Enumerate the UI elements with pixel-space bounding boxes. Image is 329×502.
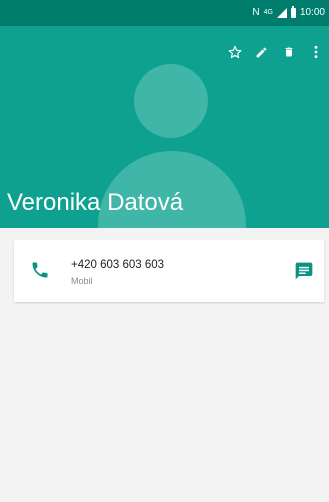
battery-icon — [290, 6, 296, 18]
edit-pencil-icon — [256, 47, 267, 57]
delete-button[interactable] — [275, 40, 302, 64]
message-icon[interactable] — [294, 261, 314, 281]
contact-detail-screen: N 4G 10:00 Veronika Datová +420 603 603 … — [0, 0, 329, 502]
phone-card[interactable]: +420 603 603 603 Mobil — [14, 240, 324, 302]
delete-trash-icon — [285, 47, 292, 57]
signal-strength-icon — [276, 8, 287, 18]
phone-icon[interactable] — [30, 260, 50, 280]
avatar-placeholder-head — [134, 64, 208, 138]
star-outline-icon — [228, 45, 241, 59]
contact-header: Veronika Datová — [0, 26, 329, 228]
phone-number: +420 603 603 603 — [71, 259, 165, 271]
status-time: 10:00 — [299, 7, 325, 18]
contact-name: Veronika Datová — [7, 189, 184, 216]
status-icons: N 4G 10:00 — [252, 6, 325, 20]
favorite-button[interactable] — [221, 40, 248, 64]
status-bar: N 4G 10:00 — [0, 0, 329, 26]
edit-button[interactable] — [248, 40, 275, 64]
action-bar — [221, 40, 329, 64]
more-options-button[interactable] — [302, 40, 329, 64]
network-letter: N — [252, 7, 260, 18]
overflow-menu-icon — [314, 45, 317, 59]
phone-type-label: Mobil — [71, 276, 93, 286]
network-type-label: 4G — [263, 9, 273, 16]
